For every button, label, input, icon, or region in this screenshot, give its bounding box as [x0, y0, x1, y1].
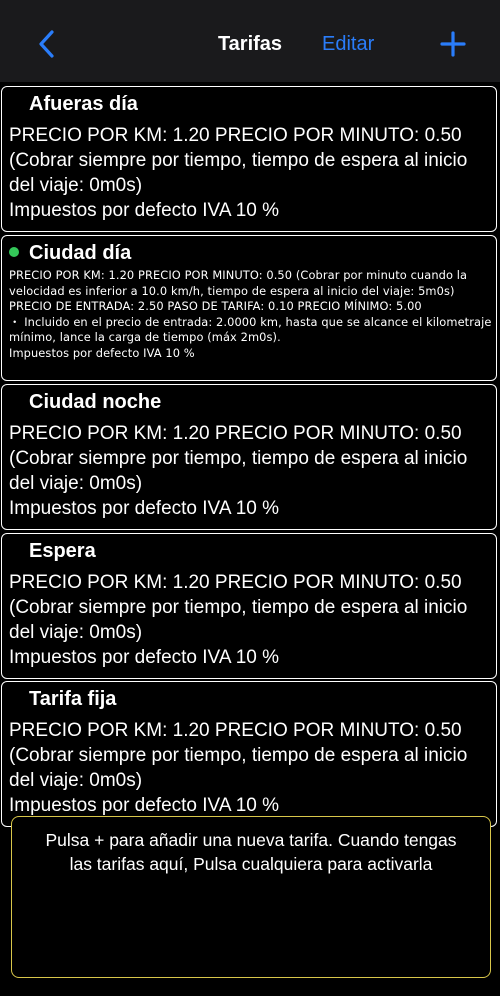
tariff-details: PRECIO POR KM: 1.20 PRECIO POR MINUTO: 0…	[9, 123, 493, 223]
tariff-card-afueras-dia[interactable]: Afueras día PRECIO POR KM: 1.20 PRECIO P…	[1, 86, 497, 232]
tariff-pricing-text: PRECIO POR KM: 1.20 PRECIO POR MINUTO: 0…	[9, 572, 468, 643]
tariff-pricing-text: PRECIO POR KM: 1.20 PRECIO POR MINUTO: 0…	[9, 720, 468, 791]
back-button[interactable]	[30, 27, 64, 61]
page-title: Tarifas	[217, 33, 283, 55]
tariff-name: Ciudad día	[29, 242, 132, 264]
tariff-tax-text: Impuestos por defecto IVA 10 %	[9, 647, 280, 668]
navigation-bar: Tarifas Editar	[0, 0, 500, 82]
tariff-name: Ciudad noche	[29, 391, 162, 413]
tariff-pricing-text: PRECIO POR KM: 1.20 PRECIO POR MINUTO: 0…	[9, 268, 468, 313]
tariff-name: Tarifa fija	[29, 688, 117, 710]
hint-box: Pulsa + para añadir una nueva tarifa. Cu…	[11, 816, 491, 978]
tariff-details: PRECIO POR KM: 1.20 PRECIO POR MINUTO: 0…	[9, 268, 493, 361]
tariff-pricing-text: PRECIO POR KM: 1.20 PRECIO POR MINUTO: 0…	[9, 125, 468, 196]
tariff-tax-text: Impuestos por defecto IVA 10 %	[9, 795, 280, 816]
active-indicator-icon	[9, 247, 19, 257]
tariff-details: PRECIO POR KM: 1.20 PRECIO POR MINUTO: 0…	[9, 718, 493, 818]
tariff-name: Afueras día	[29, 93, 138, 115]
tariff-details: PRECIO POR KM: 1.20 PRECIO POR MINUTO: 0…	[9, 421, 493, 521]
plus-icon	[440, 31, 466, 57]
tariff-tax-text: Impuestos por defecto IVA 10 %	[9, 345, 195, 360]
chevron-left-icon	[39, 30, 54, 58]
tariff-card-tarifa-fija[interactable]: Tarifa fija PRECIO POR KM: 1.20 PRECIO P…	[1, 681, 497, 827]
edit-button[interactable]: Editar	[322, 31, 374, 57]
hint-text: Pulsa + para añadir una nueva tarifa. Cu…	[45, 830, 457, 874]
add-tariff-button[interactable]	[436, 27, 470, 61]
tariff-card-espera[interactable]: Espera PRECIO POR KM: 1.20 PRECIO POR MI…	[1, 533, 497, 679]
tariff-pricing-text: PRECIO POR KM: 1.20 PRECIO POR MINUTO: 0…	[9, 423, 468, 494]
tariff-card-ciudad-noche[interactable]: Ciudad noche PRECIO POR KM: 1.20 PRECIO …	[1, 384, 497, 530]
tariff-tax-text: Impuestos por defecto IVA 10 %	[9, 498, 280, 519]
tariff-name: Espera	[29, 540, 96, 562]
tariff-tax-text: Impuestos por defecto IVA 10 %	[9, 200, 280, 221]
tariff-card-ciudad-dia[interactable]: Ciudad día PRECIO POR KM: 1.20 PRECIO PO…	[1, 235, 497, 381]
tariff-included-note: ・ Incluido en el precio de entrada: 2.00…	[9, 314, 492, 345]
tariff-details: PRECIO POR KM: 1.20 PRECIO POR MINUTO: 0…	[9, 570, 493, 670]
